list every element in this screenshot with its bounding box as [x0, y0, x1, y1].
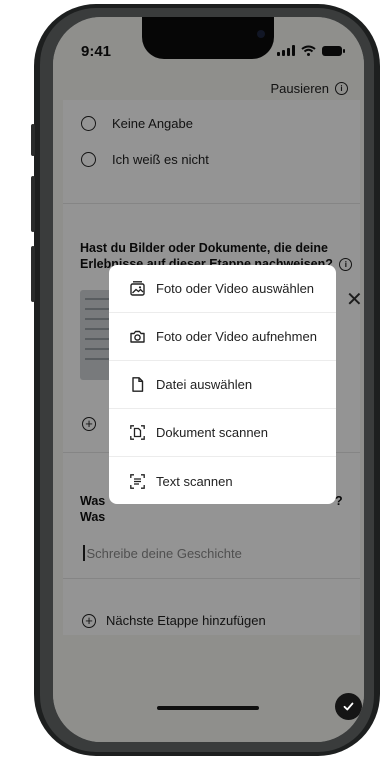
check-icon — [343, 702, 354, 711]
menu-item-choose-file[interactable]: Datei auswählen — [109, 361, 336, 409]
menu-item-label: Foto oder Video auswählen — [156, 281, 315, 296]
menu-item-choose-photo-video[interactable]: Foto oder Video auswählen — [109, 265, 336, 313]
menu-item-scan-text[interactable]: Text scannen — [109, 457, 336, 504]
document-scan-icon — [130, 425, 145, 440]
phone-side-button — [31, 124, 35, 156]
menu-item-label: Foto oder Video aufnehmen — [156, 329, 317, 344]
home-indicator[interactable] — [157, 706, 259, 710]
menu-item-take-photo-video[interactable]: Foto oder Video aufnehmen — [109, 313, 336, 361]
menu-item-scan-document[interactable]: Dokument scannen — [109, 409, 336, 457]
menu-item-label: Dokument scannen — [156, 425, 269, 440]
text-scan-icon — [130, 473, 145, 489]
photo-library-icon — [130, 281, 145, 296]
phone-side-button — [31, 246, 35, 302]
phone-side-button — [31, 176, 35, 232]
camera-icon — [130, 330, 145, 343]
menu-item-label: Datei auswählen — [156, 377, 253, 392]
done-button[interactable] — [335, 693, 362, 720]
screen: 9:41 Pausieren i Keine Angabe Ich weiß e… — [53, 17, 364, 742]
file-icon — [132, 377, 144, 392]
menu-item-label: Text scannen — [156, 473, 233, 489]
attachment-menu: Foto oder Video auswählen Foto oder Vide… — [109, 265, 336, 504]
